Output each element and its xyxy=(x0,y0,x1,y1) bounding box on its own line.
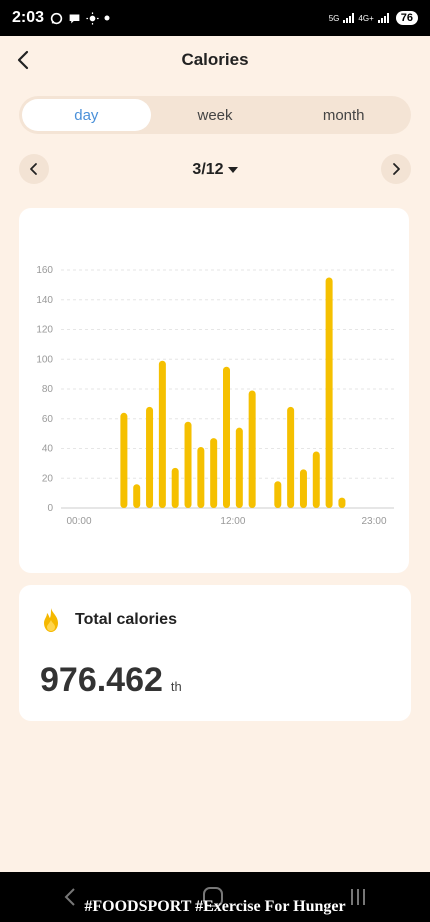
x-tick-label: 00:00 xyxy=(66,516,91,527)
period-tabs: day week month xyxy=(19,96,411,134)
y-tick-label: 80 xyxy=(42,384,54,395)
caption-overlay: #FOODSPORT #Exercise For Hunger xyxy=(84,898,346,915)
chart-bar xyxy=(184,421,192,508)
chart-bar xyxy=(158,360,166,508)
chart-bar xyxy=(133,484,141,508)
signal-icon xyxy=(343,13,355,23)
chart-bar xyxy=(235,427,243,508)
back-chevron-icon[interactable] xyxy=(12,46,36,74)
chart-bar xyxy=(287,406,295,508)
y-tick-label: 100 xyxy=(36,354,53,365)
calories-chart-card: 0 20 40 60 80 100 120 140 160 00:00 12:00 23:00 xyxy=(19,208,409,573)
network-label-2: 4G+ xyxy=(358,13,374,23)
page-title: Calories xyxy=(181,50,249,69)
chart-bar xyxy=(312,451,320,508)
date-label: 3/12 xyxy=(192,161,224,178)
network-label-1: 5G xyxy=(328,13,340,23)
chart-bar xyxy=(299,469,307,508)
chart-bar xyxy=(274,481,282,508)
y-tick-label: 120 xyxy=(36,325,53,336)
status-time: 2:03 xyxy=(12,9,45,26)
chart-bar xyxy=(338,497,346,508)
chart-bar xyxy=(325,277,333,508)
tab-week[interactable]: week xyxy=(151,99,280,131)
battery-indicator: 76 xyxy=(395,11,418,25)
total-value-row: 976.462 th xyxy=(40,661,182,700)
y-tick-label: 60 xyxy=(42,414,54,425)
prev-date-button[interactable] xyxy=(19,154,49,184)
chart-bar xyxy=(120,412,128,508)
total-calories-card: Total calories 976.462 th xyxy=(19,585,411,721)
chart-bar xyxy=(171,467,179,508)
x-tick-label: 23:00 xyxy=(361,516,386,527)
y-tick-label: 160 xyxy=(36,265,53,276)
chart-bar xyxy=(223,366,230,508)
y-tick-label: 20 xyxy=(42,473,54,484)
chevron-left-icon xyxy=(30,163,37,175)
total-header: Total calories xyxy=(39,607,177,633)
signal-icon-2 xyxy=(377,13,389,23)
next-date-button[interactable] xyxy=(381,154,411,184)
y-tick-label: 40 xyxy=(42,444,54,455)
brightness-icon xyxy=(86,11,99,25)
chat-icon xyxy=(69,13,80,23)
tab-day[interactable]: day xyxy=(22,99,151,131)
chart-bar xyxy=(197,447,205,508)
whatsapp-icon xyxy=(50,12,63,24)
header: Calories xyxy=(0,36,430,84)
chart-bar xyxy=(248,390,256,508)
chevron-right-icon xyxy=(393,163,400,175)
flame-icon xyxy=(44,608,58,632)
total-unit: th xyxy=(170,679,182,694)
tab-month[interactable]: month xyxy=(279,99,408,131)
y-tick-label: 140 xyxy=(36,295,53,306)
calories-bar-chart: 0 20 40 60 80 100 120 140 160 00:00 12:00 23:00 xyxy=(36,265,394,527)
total-value: 976.462 xyxy=(40,661,163,699)
status-bar: 2:03 5G 4G+ 76 xyxy=(0,0,430,36)
caret-down-icon xyxy=(227,167,238,173)
total-title: Total calories xyxy=(75,611,177,628)
chart-bar xyxy=(146,406,154,508)
date-selector: 3/12 xyxy=(19,154,411,186)
dot-icon xyxy=(104,15,110,21)
notification-icons xyxy=(50,11,110,25)
status-right: 5G 4G+ 76 xyxy=(329,11,418,25)
date-dropdown[interactable]: 3/12 xyxy=(192,161,238,179)
chart-bar xyxy=(210,438,218,508)
y-tick-label: 0 xyxy=(47,503,53,514)
x-tick-label: 12:00 xyxy=(220,516,245,527)
